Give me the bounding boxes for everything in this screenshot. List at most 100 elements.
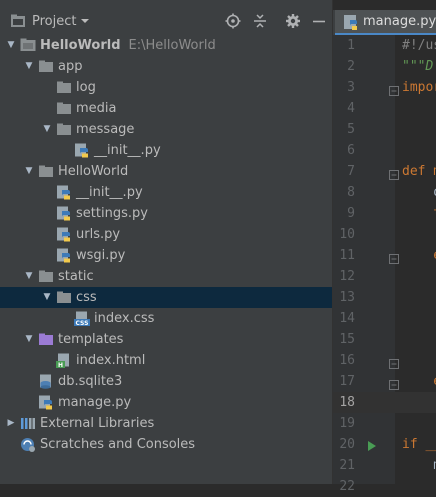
html-file-icon: H [56, 353, 72, 369]
svg-text:H: H [58, 362, 63, 368]
editor-tab-manage-py[interactable]: manage.py [335, 10, 436, 35]
fold-marker-icon[interactable] [389, 250, 399, 264]
tree-row[interactable]: settings.py [0, 203, 332, 224]
code-line[interactable]: 22 [333, 476, 436, 497]
code-line[interactable]: 5 [333, 119, 436, 140]
tree-row[interactable]: CSS index.css [0, 308, 332, 329]
code-line[interactable]: 20 if __ [333, 434, 436, 455]
expand-arrow-icon[interactable]: ▼ [41, 119, 53, 140]
tree-item-label: css [76, 290, 97, 305]
folder-icon [56, 122, 72, 137]
minimize-icon[interactable] [312, 13, 326, 33]
tree-row[interactable]: ▶ External Libraries [0, 413, 332, 434]
tree-row[interactable]: Scratches and Consoles [0, 434, 332, 455]
tree-item-label: HelloWorld E:\HelloWorld [40, 38, 216, 53]
code-line[interactable]: 7 def m [333, 161, 436, 182]
tree-row[interactable]: wsgi.py [0, 245, 332, 266]
tree-row[interactable]: ▼ app [0, 56, 332, 77]
project-view-selector[interactable]: Project [32, 14, 76, 29]
line-number: 8 [347, 185, 355, 200]
expand-arrow-icon[interactable]: ▼ [23, 329, 35, 350]
expand-arrow-icon[interactable]: ▼ [41, 287, 53, 308]
tree-row[interactable]: ▼ HelloWorld E:\HelloWorld [0, 35, 332, 56]
fold-marker-icon[interactable] [389, 376, 399, 390]
tree-row[interactable]: ▼ css [0, 287, 332, 308]
line-number: 21 [339, 458, 355, 473]
code-line[interactable]: 17 e [333, 371, 436, 392]
collapse-all-icon[interactable] [252, 13, 268, 33]
templates-folder-icon [38, 332, 54, 347]
folder-icon [38, 269, 54, 284]
svg-text:CSS: CSS [76, 320, 89, 326]
line-number: 15 [339, 332, 355, 347]
tree-row[interactable]: ▼ templates [0, 329, 332, 350]
line-number: 18 [339, 395, 355, 410]
tree-item-label: urls.py [76, 227, 121, 242]
code-line[interactable]: 2 """D [333, 56, 436, 77]
fold-marker-icon[interactable] [389, 82, 399, 96]
expand-arrow-icon[interactable]: ▼ [23, 161, 35, 182]
css-file-icon: CSS [74, 311, 90, 327]
code-text: impor [402, 80, 436, 95]
fold-marker-icon[interactable] [389, 355, 399, 369]
code-line[interactable]: 12 [333, 266, 436, 287]
code-line[interactable]: 18 [333, 392, 436, 413]
tree-row[interactable]: __init__.py [0, 182, 332, 203]
database-file-icon [38, 374, 54, 389]
code-line[interactable]: 14 [333, 308, 436, 329]
line-number: 20 [339, 437, 355, 452]
tree-row[interactable]: manage.py [0, 392, 332, 413]
tree-row[interactable]: log [0, 77, 332, 98]
tab-label: manage.py [363, 14, 436, 29]
tree-item-label: settings.py [76, 206, 148, 221]
chevron-down-icon[interactable] [80, 15, 90, 30]
line-number: 6 [347, 143, 355, 158]
expand-arrow-icon[interactable]: ▼ [5, 35, 17, 56]
tree-item-label: manage.py [58, 395, 132, 410]
code-line[interactable]: 10 [333, 224, 436, 245]
code-line[interactable]: 15 [333, 329, 436, 350]
expand-arrow-icon[interactable]: ▼ [23, 266, 35, 287]
code-line[interactable]: 16 [333, 350, 436, 371]
line-number: 3 [347, 80, 355, 95]
code-line[interactable]: 1 #!/us [333, 35, 436, 56]
code-line[interactable]: 21 m [333, 455, 436, 476]
code-line[interactable]: 6 [333, 140, 436, 161]
external-libraries-icon [20, 416, 36, 431]
code-line[interactable]: 19 [333, 413, 436, 434]
line-number: 22 [339, 479, 355, 494]
tree-item-label: wsgi.py [76, 248, 126, 263]
code-line[interactable]: 13 [333, 287, 436, 308]
python-file-icon [56, 185, 72, 200]
code-line[interactable]: 4 [333, 98, 436, 119]
scratches-icon [20, 437, 36, 452]
line-number: 7 [347, 164, 355, 179]
tree-row[interactable]: ▼ HelloWorld [0, 161, 332, 182]
tree-row[interactable]: ▼ message [0, 119, 332, 140]
tree-row[interactable]: Hindex.html [0, 350, 332, 371]
collapse-arrow-icon[interactable]: ▶ [5, 413, 17, 434]
line-number: 17 [339, 374, 355, 389]
tree-row[interactable]: __init__.py [0, 140, 332, 161]
tree-row[interactable]: db.sqlite3 [0, 371, 332, 392]
tree-row[interactable]: urls.py [0, 224, 332, 245]
python-file-icon [343, 14, 359, 34]
python-file-icon [38, 395, 54, 410]
tree-item-label: static [58, 269, 94, 284]
code-line[interactable]: 9 t [333, 203, 436, 224]
tree-row[interactable]: ▼ static [0, 266, 332, 287]
project-tool-window: Project ▼ HelloWorld E:\HelloWorld ▼ app… [0, 0, 332, 484]
code-line[interactable]: 11 e [333, 245, 436, 266]
folder-icon [56, 80, 72, 95]
expand-arrow-icon[interactable]: ▼ [23, 56, 35, 77]
fold-marker-icon[interactable] [389, 166, 399, 180]
tree-row[interactable]: media [0, 98, 332, 119]
code-line[interactable]: 8 o [333, 182, 436, 203]
code-text: def m [402, 164, 436, 179]
line-number: 10 [339, 227, 355, 242]
code-line[interactable]: 3 impor [333, 77, 436, 98]
gear-icon[interactable] [285, 13, 301, 33]
project-panel-header: Project [0, 10, 332, 34]
locate-file-icon[interactable] [225, 13, 241, 33]
tree-item-label: message [76, 122, 135, 137]
